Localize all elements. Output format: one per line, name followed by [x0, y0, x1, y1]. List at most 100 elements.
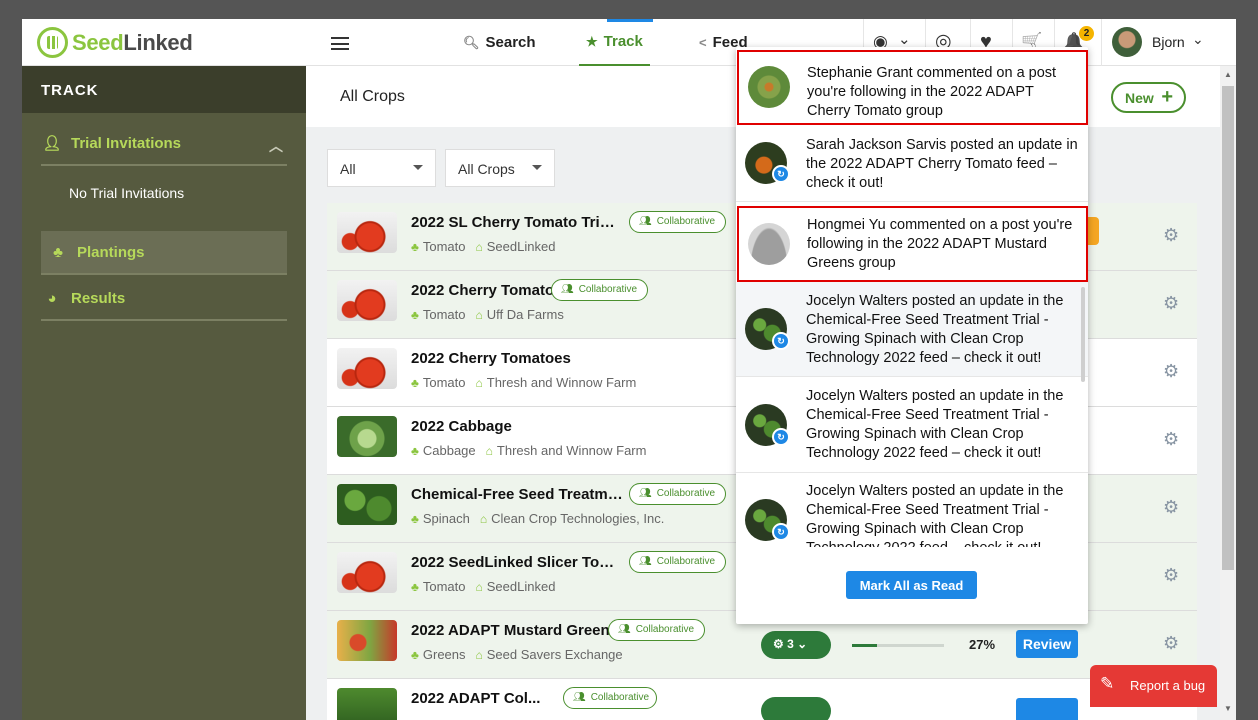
- row-meta: ♣ Tomato ⌂ Thresh and Winnow Farm: [411, 375, 637, 390]
- trial-invitations-empty-text: No Trial Invitations: [69, 185, 185, 201]
- sidebar-item-plantings[interactable]: ♣ Plantings: [41, 231, 287, 275]
- caret-down-icon: [413, 165, 423, 170]
- scroll-thumb[interactable]: [1222, 86, 1234, 570]
- plantings-count-button[interactable]: [761, 697, 831, 720]
- notification-item[interactable]: ↻ Jocelyn Walters posted an update in th…: [736, 377, 1088, 473]
- row-title[interactable]: 2022 SL Cherry Tomato Trial - ...: [411, 214, 623, 231]
- notification-text: Stephanie Grant commented on a post you'…: [807, 65, 1057, 119]
- group-icon: 👥︎: [561, 284, 574, 295]
- gear-icon[interactable]: ⚙: [1163, 633, 1179, 654]
- star-icon: ★: [586, 33, 598, 49]
- collaborative-badge: 👥︎ Collaborative: [629, 551, 727, 573]
- gear-icon[interactable]: ⚙: [1163, 429, 1179, 450]
- row-meta: ♣ Cabbage ⌂ Thresh and Winnow Farm: [411, 443, 647, 458]
- collaborative-badge: 👥︎ Collaborative: [551, 279, 649, 301]
- notification-item[interactable]: Stephanie Grant commented on a post you'…: [737, 50, 1088, 125]
- add-user-icon: 👤︎: [42, 135, 62, 152]
- seedling-icon: ♣: [411, 648, 419, 662]
- notification-text: Jocelyn Walters posted an update in the …: [806, 293, 1064, 366]
- gear-icon[interactable]: ⚙: [1163, 565, 1179, 586]
- collaborative-badge: 👥︎ Collaborative: [629, 211, 727, 233]
- notification-item[interactable]: ↻ Sarah Jackson Sarvis posted an update …: [736, 125, 1088, 202]
- crop-thumbnail: [337, 552, 397, 593]
- notification-item[interactable]: ↻ Jocelyn Walters posted an update in th…: [736, 282, 1088, 377]
- gear-icon[interactable]: ⚙: [1163, 497, 1179, 518]
- group-icon: 👥︎: [573, 692, 586, 703]
- row-meta: ♣ Greens ⌂ Seed Savers Exchange: [411, 647, 623, 662]
- scroll-up-icon[interactable]: ▲: [1224, 70, 1232, 79]
- menu-icon[interactable]: [331, 37, 349, 50]
- seedling-icon: ♣: [411, 240, 419, 254]
- pie-chart-icon: ◕: [47, 289, 57, 307]
- group-icon: 👥︎: [618, 624, 631, 635]
- notification-scrollbar[interactable]: [1081, 287, 1085, 382]
- seedling-icon: ♣: [53, 243, 63, 261]
- pencil-icon: ✎: [1100, 674, 1115, 693]
- nav-track[interactable]: ★ Track: [579, 19, 650, 66]
- plantings-count-button[interactable]: ⚙ 3 ⌄: [761, 631, 831, 659]
- caret-down-icon: [532, 165, 542, 170]
- status-filter-select[interactable]: All: [327, 149, 436, 187]
- update-icon: ↻: [772, 428, 790, 446]
- table-row[interactable]: 2022 ADAPT Col... 👥︎ Collaborative: [327, 679, 1197, 720]
- update-icon: ↻: [772, 523, 790, 541]
- plus-icon: +: [1161, 86, 1173, 108]
- notification-item[interactable]: ↻ Jocelyn Walters posted an update in th…: [736, 473, 1088, 547]
- collaborative-badge: 👥︎ Collaborative: [608, 619, 706, 641]
- review-button[interactable]: [1016, 698, 1078, 720]
- crop-thumbnail: [337, 280, 397, 321]
- sidebar-title: TRACK: [22, 66, 306, 113]
- row-title[interactable]: 2022 ADAPT Mustard Greens: [411, 622, 618, 639]
- page-scrollbar[interactable]: ▲ ▼: [1220, 66, 1236, 720]
- progress-bar: [852, 644, 944, 647]
- row-title[interactable]: Chemical-Free Seed Treatmen...: [411, 486, 623, 503]
- nav-search[interactable]: 🔍︎ Search: [463, 19, 536, 66]
- chevron-down-icon: ⌄: [797, 637, 808, 651]
- row-title[interactable]: 2022 Cherry Tomatoes: [411, 350, 571, 367]
- mark-all-read-button[interactable]: Mark All as Read: [846, 571, 977, 599]
- gear-icon[interactable]: ⚙: [1163, 293, 1179, 314]
- building-icon: ⌂: [475, 308, 483, 322]
- notification-item[interactable]: Hongmei Yu commented on a post you're fo…: [737, 206, 1088, 282]
- search-icon: 🔍︎: [463, 34, 480, 50]
- sidebar-item-results[interactable]: ◕ Results: [41, 277, 287, 321]
- chevron-up-icon[interactable]: ︿: [269, 136, 283, 156]
- review-button[interactable]: Review: [1016, 630, 1078, 658]
- report-bug-button[interactable]: ✎ Report a bug: [1090, 665, 1217, 707]
- breadcrumb: All Crops: [340, 88, 405, 105]
- gear-icon[interactable]: ⚙: [1163, 225, 1179, 246]
- row-title[interactable]: 2022 Cabbage: [411, 418, 512, 435]
- notification-text: Jocelyn Walters posted an update in the …: [806, 388, 1064, 461]
- seedling-icon: ♣: [411, 580, 419, 594]
- row-title[interactable]: 2022 Cherry Tomato: [411, 282, 554, 299]
- logo-text: SeedLinked: [72, 29, 193, 55]
- row-meta: ♣ Tomato ⌂ Uff Da Farms: [411, 307, 564, 322]
- user-avatar[interactable]: [1112, 27, 1142, 57]
- user-name[interactable]: Bjorn: [1152, 34, 1185, 50]
- notification-count-badge: 2: [1079, 26, 1094, 41]
- gear-icon: ⚙: [773, 637, 784, 651]
- seedling-icon: ♣: [411, 376, 419, 390]
- row-title[interactable]: 2022 SeedLinked Slicer Tomat...: [411, 554, 623, 571]
- avatar: [748, 223, 790, 265]
- update-icon: ↻: [772, 165, 790, 183]
- progress-percent: 27%: [969, 637, 996, 652]
- user-menu-chevron-icon[interactable]: ⌄: [1192, 31, 1204, 48]
- sidebar-item-trial-invitations[interactable]: 👤︎ Trial Invitations ︿: [41, 122, 287, 166]
- scroll-down-icon[interactable]: ▼: [1224, 704, 1232, 713]
- row-title[interactable]: 2022 ADAPT Col...: [411, 690, 540, 707]
- gear-icon[interactable]: ⚙: [1163, 361, 1179, 382]
- crop-filter-select[interactable]: All Crops: [445, 149, 555, 187]
- seedling-icon: ♣: [411, 444, 419, 458]
- avatar: [748, 66, 790, 108]
- collaborative-badge: 👥︎ Collaborative: [563, 687, 657, 709]
- share-icon: <: [699, 35, 707, 50]
- collaborative-badge: 👥︎ Collaborative: [629, 483, 727, 505]
- new-button[interactable]: New +: [1111, 82, 1186, 113]
- logo[interactable]: SeedLinked: [37, 27, 193, 58]
- building-icon: ⌂: [475, 240, 483, 254]
- row-meta: ♣ Spinach ⌂ Clean Crop Technologies, Inc.: [411, 511, 665, 526]
- building-icon: ⌂: [475, 648, 483, 662]
- crop-thumbnail: [337, 688, 397, 720]
- crop-thumbnail: [337, 416, 397, 457]
